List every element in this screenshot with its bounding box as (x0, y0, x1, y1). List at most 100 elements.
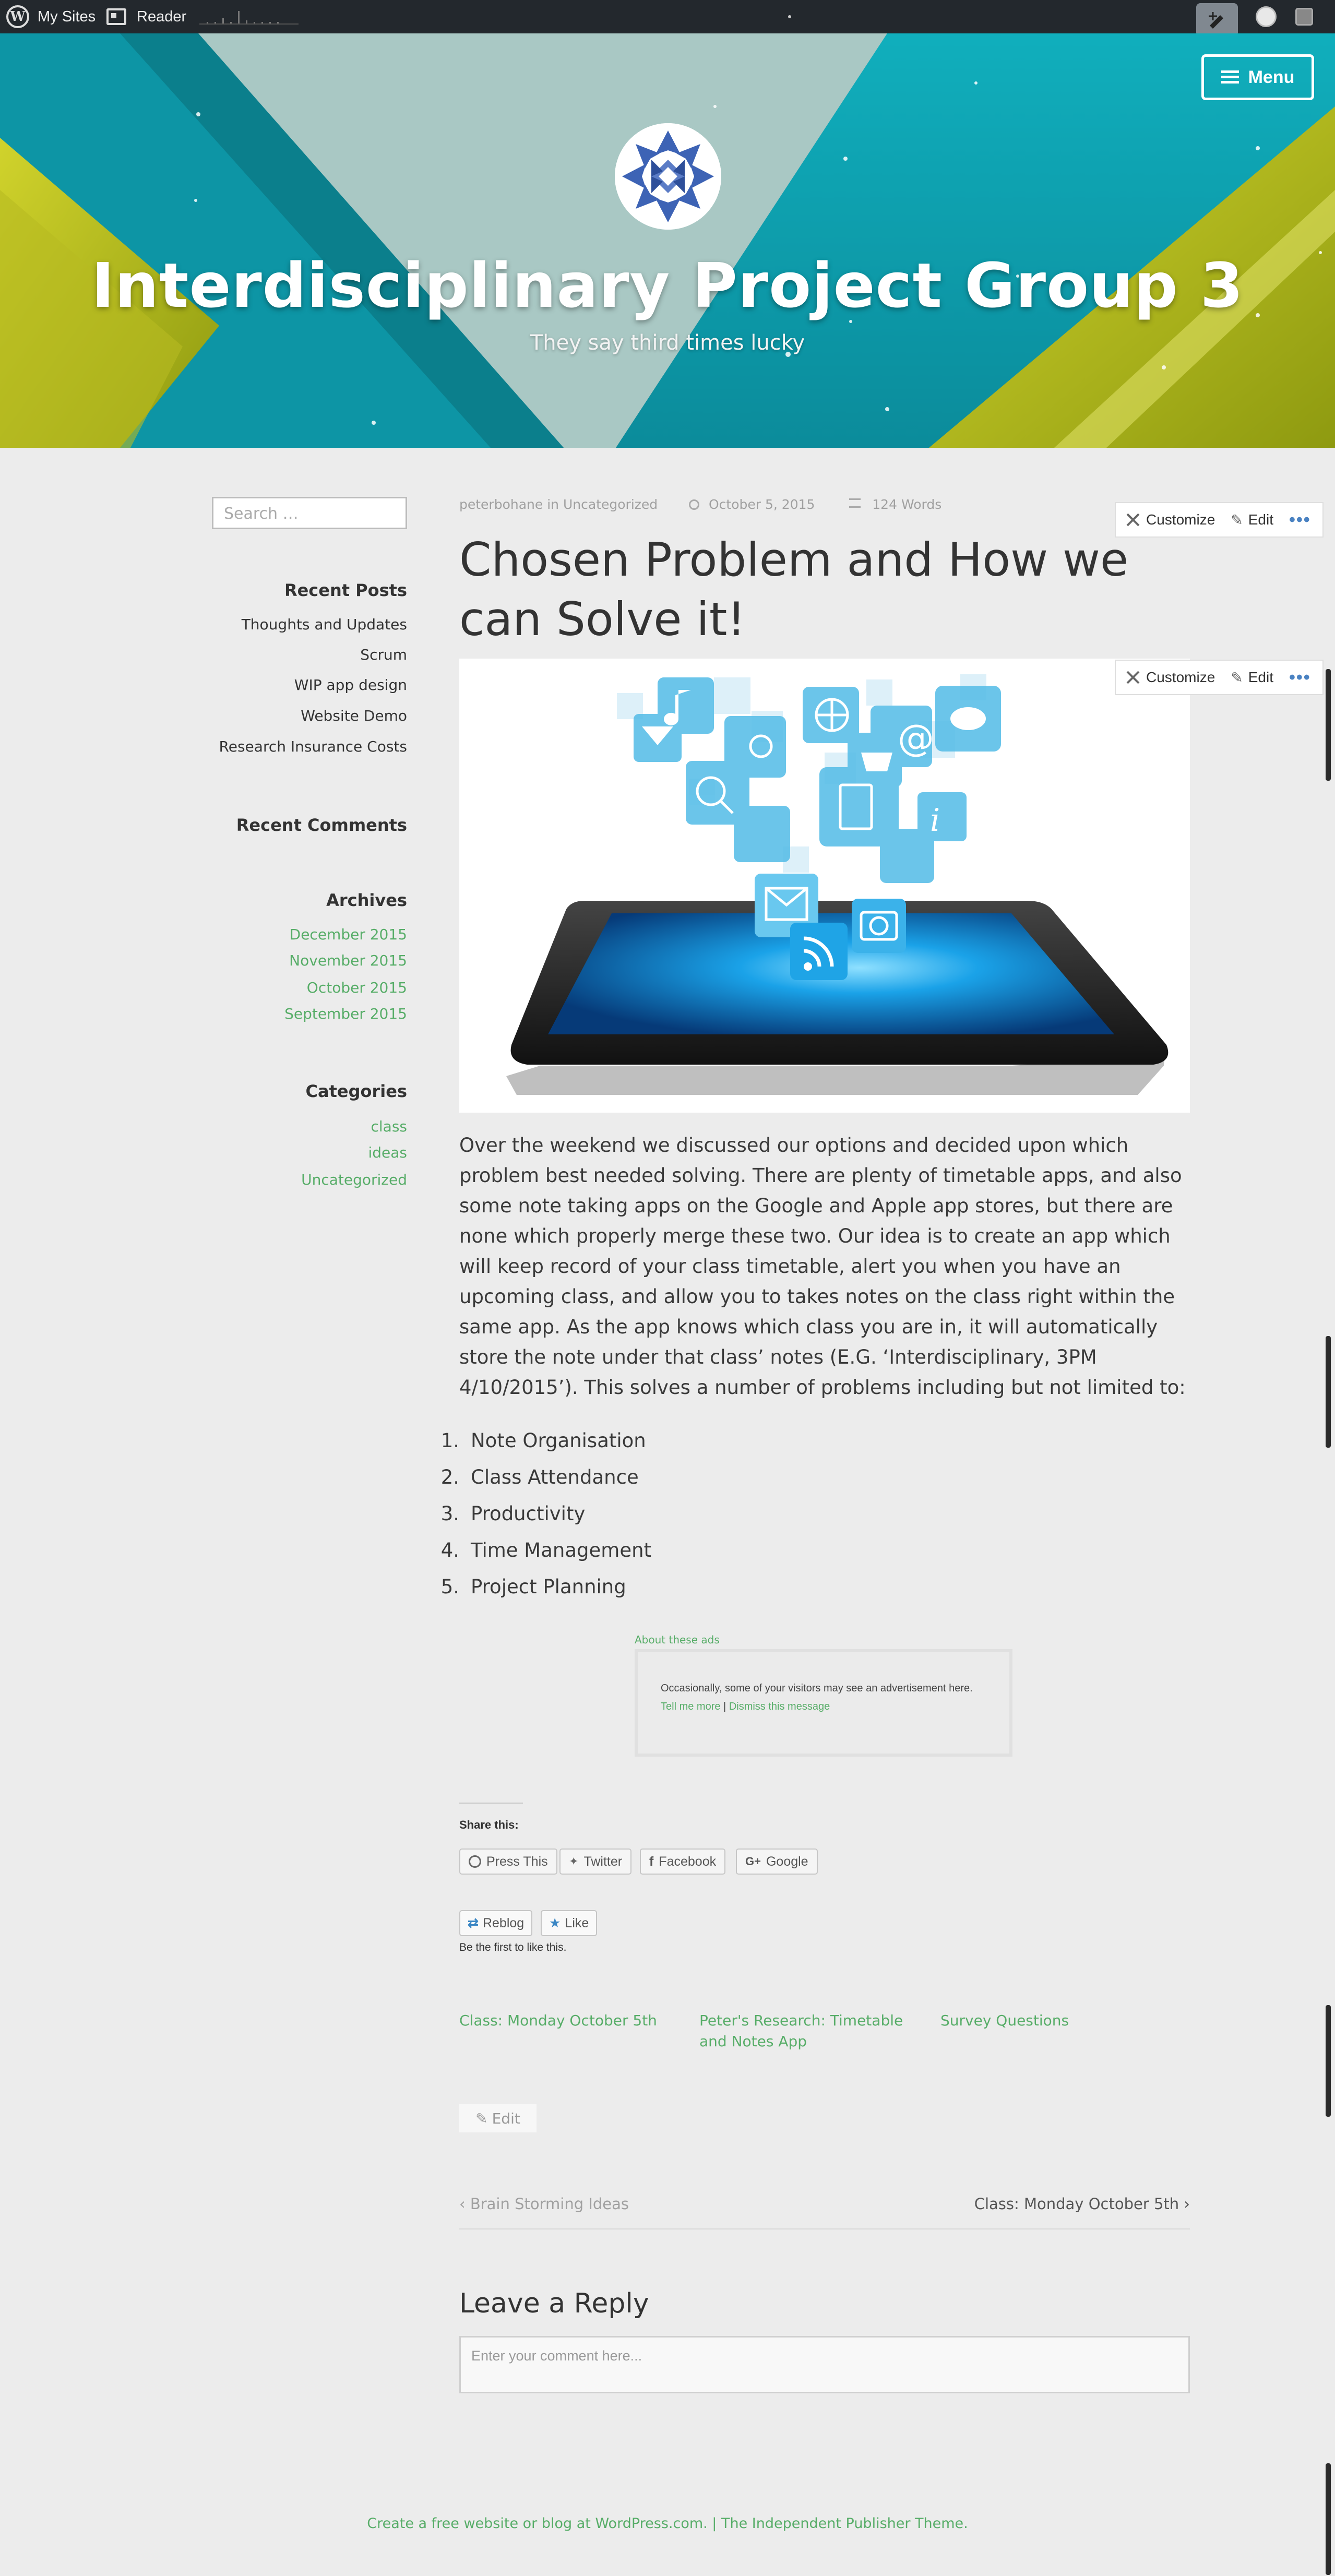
post-date[interactable]: October 5, 2015 (709, 497, 815, 512)
recent-post-link[interactable]: Website Demo (301, 707, 407, 724)
site-title[interactable]: Interdisciplinary Project Group 3 (0, 249, 1335, 321)
site-logo[interactable] (615, 123, 721, 230)
scrollbar-thumb[interactable] (1326, 1336, 1331, 1448)
post-title: Chosen Problem and How we can Solve it! (459, 533, 1129, 646)
my-sites-link[interactable]: My Sites (38, 0, 96, 33)
admin-bar-dot (788, 0, 791, 33)
about-ads-link[interactable]: About these ads (635, 1633, 720, 1646)
category-link[interactable]: ideas (368, 1144, 407, 1161)
related-post-link[interactable]: Survey Questions (940, 2010, 1160, 2031)
more-options-icon[interactable]: ••• (1289, 510, 1311, 530)
reader-label: Reader (137, 8, 187, 25)
reader-link[interactable]: Reader (106, 0, 186, 33)
archive-link[interactable]: November 2015 (289, 952, 407, 969)
post-category[interactable]: Uncategorized (563, 497, 658, 512)
related-post-link[interactable]: Peter's Research: Timetable and Notes Ap… (699, 2010, 919, 2052)
previous-post-link[interactable]: ‹ Brain Storming Ideas (459, 2195, 629, 2213)
facebook-button[interactable]: f Facebook (640, 1848, 726, 1875)
related-post-link[interactable]: Class: Monday October 5th (459, 2010, 678, 2031)
google-button[interactable]: G+ Google (736, 1848, 818, 1875)
customize-toolbar: Customize ✎ Edit ••• (1115, 660, 1324, 695)
notifications-icon[interactable] (1295, 0, 1313, 33)
tell-me-more-link[interactable]: Tell me more (661, 1701, 720, 1712)
edit-toolbar-label: Edit (1248, 669, 1273, 685)
like-label: Like (565, 1915, 589, 1930)
list-item-text: Class Attendance (471, 1466, 639, 1488)
list-item-text: Time Management (471, 1539, 652, 1561)
dismiss-link[interactable]: Dismiss this message (729, 1701, 830, 1712)
twitter-button[interactable]: ✦ Twitter (559, 1848, 632, 1875)
first-to-like-text: Be the first to like this. (459, 1941, 567, 1953)
recent-post-link[interactable]: WIP app design (294, 676, 407, 694)
site-description: They say third times lucky (530, 331, 805, 355)
pencil-icon: ✎ (475, 2109, 488, 2127)
list-number: 5. (440, 1576, 459, 1598)
star-icon: ★ (549, 1916, 561, 1930)
scrollbar-thumb[interactable] (1326, 2005, 1331, 2117)
ad-message: Occasionally, some of your visitors may … (661, 1683, 973, 1694)
edit-post-button[interactable]: ✎ Edit (459, 2104, 537, 2132)
write-icon (1209, 12, 1223, 29)
word-count-icon (849, 498, 861, 508)
customize-button[interactable]: Customize (1125, 669, 1215, 686)
post-author[interactable]: peterbohane (459, 497, 543, 512)
archive-link[interactable]: December 2015 (290, 926, 407, 943)
more-options-icon[interactable]: ••• (1289, 667, 1311, 688)
archive-link[interactable]: September 2015 (284, 1005, 407, 1022)
list-item: 4. Time Management (441, 1532, 981, 1569)
admin-bar: W My Sites Reader (0, 0, 1335, 37)
ad-notice: Occasionally, some of your visitors may … (635, 1649, 1012, 1757)
tools-icon (1126, 513, 1140, 527)
footer-credits[interactable]: Create a free website or blog at WordPre… (0, 2515, 1335, 2532)
recent-post-link[interactable]: Research Insurance Costs (219, 738, 407, 755)
wordpress-logo-icon[interactable]: W (6, 0, 29, 33)
recent-posts-title: Recent Posts (284, 580, 407, 600)
list-item: 2. Class Attendance (441, 1459, 981, 1496)
edit-toolbar-label: Edit (1248, 511, 1273, 528)
category-link[interactable]: class (371, 1118, 407, 1135)
word-count: 124 Words (872, 497, 942, 512)
press-this-label: Press This (486, 1854, 548, 1869)
edit-label: Edit (492, 2109, 520, 2127)
customize-label: Customize (1146, 511, 1215, 528)
post-meta: peterbohane in Uncategorized October 5, … (459, 497, 941, 512)
edit-button[interactable]: ✎ Edit (1231, 669, 1273, 686)
featured-image: @ i (459, 659, 1190, 1113)
ad-separator: | (723, 1701, 726, 1712)
write-post-button[interactable] (1196, 3, 1238, 37)
post-body: Over the weekend we discussed our option… (459, 1134, 1186, 1399)
like-button[interactable]: ★ Like (541, 1910, 598, 1936)
next-post-link[interactable]: Class: Monday October 5th › (974, 2195, 1190, 2213)
recent-post-link[interactable]: Thoughts and Updates (242, 616, 407, 633)
user-avatar[interactable] (1256, 0, 1277, 33)
category-link[interactable]: Uncategorized (301, 1171, 407, 1188)
chevron-right-icon: › (1179, 2195, 1190, 2213)
edit-button[interactable]: ✎ Edit (1231, 511, 1273, 529)
reply-title: Leave a Reply (459, 2288, 649, 2319)
list-item-text: Project Planning (471, 1576, 626, 1598)
comment-textarea[interactable]: Enter your comment here... (459, 2336, 1190, 2393)
search-input[interactable]: Search … (212, 497, 407, 529)
press-this-button[interactable]: Press This (459, 1848, 557, 1875)
recent-post-link[interactable]: Scrum (360, 646, 407, 663)
site-header: Menu Interdisciplinary Project Group 3 T… (0, 33, 1335, 448)
share-title: Share this: (459, 1818, 519, 1831)
previous-post-title: Brain Storming Ideas (470, 2195, 629, 2213)
pencil-icon: ✎ (1231, 511, 1243, 528)
scrollbar-thumb[interactable] (1326, 2463, 1331, 2575)
wordpress-icon (469, 1855, 481, 1868)
tools-icon (1126, 671, 1140, 684)
svg-text:i: i (930, 802, 940, 839)
star-quilt-icon (615, 123, 721, 230)
customize-button[interactable]: Customize (1125, 511, 1215, 528)
chevron-left-icon: ‹ (459, 2195, 470, 2213)
scrollbar-thumb[interactable] (1326, 669, 1331, 781)
reblog-button[interactable]: ⇄ Reblog (459, 1910, 533, 1936)
post-in-label: in (547, 497, 559, 512)
facebook-icon: f (649, 1854, 654, 1869)
menu-button[interactable]: Menu (1201, 54, 1314, 100)
archive-link[interactable]: October 2015 (307, 979, 407, 996)
stats-sparkline[interactable] (199, 0, 299, 33)
reader-icon (106, 8, 126, 25)
categories-title: Categories (305, 1081, 407, 1101)
